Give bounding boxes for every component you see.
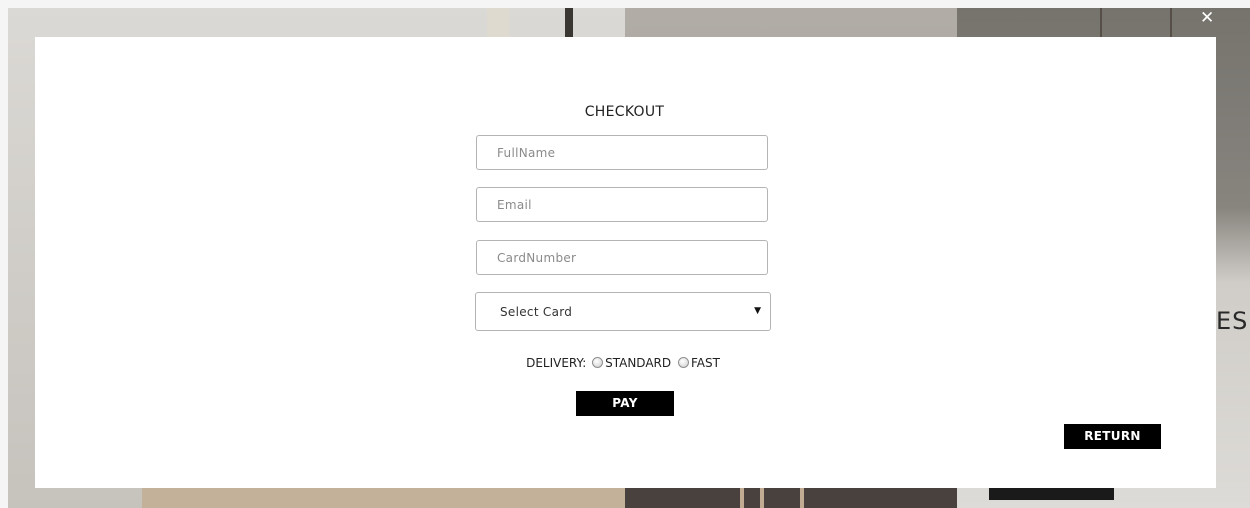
pay-button[interactable]: PAY xyxy=(576,391,674,416)
checkout-title: CHECKOUT xyxy=(584,104,665,120)
card-select[interactable]: Select Card ▼ xyxy=(475,292,771,331)
delivery-fast-label[interactable]: FAST xyxy=(691,356,720,370)
chevron-down-icon: ▼ xyxy=(754,306,761,316)
return-button[interactable]: RETURN xyxy=(1064,424,1161,449)
delivery-standard-radio[interactable] xyxy=(592,357,604,368)
fullname-input[interactable] xyxy=(476,135,768,170)
cardnumber-input[interactable] xyxy=(476,240,768,275)
delivery-label: DELIVERY: xyxy=(526,356,587,370)
delivery-standard-label[interactable]: STANDARD xyxy=(605,356,671,370)
page: ES ✕ CHECKOUT Select Card ▼ DELIVERY: ST… xyxy=(0,0,1250,508)
checkout-modal: CHECKOUT Select Card ▼ DELIVERY: STANDAR… xyxy=(35,37,1216,488)
email-input[interactable] xyxy=(476,187,768,222)
delivery-row: DELIVERY: STANDARD FAST xyxy=(35,356,1214,370)
delivery-fast-radio[interactable] xyxy=(677,357,689,368)
card-select-value: Select Card xyxy=(500,305,573,319)
close-icon[interactable]: ✕ xyxy=(1200,10,1214,27)
